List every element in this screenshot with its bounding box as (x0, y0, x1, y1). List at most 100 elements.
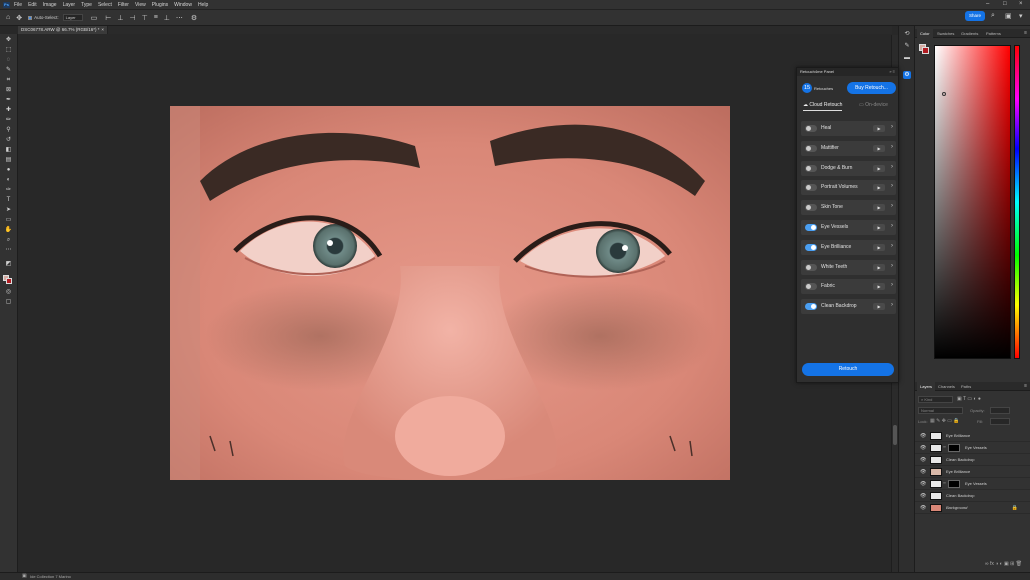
gradient-tool-icon[interactable]: ▤ (4, 156, 13, 164)
scrollbar-thumb[interactable] (893, 425, 897, 445)
feature-toggle[interactable] (805, 145, 817, 152)
blur-tool-icon[interactable]: ● (4, 166, 13, 174)
marquee-tool-icon[interactable]: ⬚ (4, 46, 13, 54)
menu-image[interactable]: Image (43, 2, 57, 8)
history-brush-tool-icon[interactable]: ↺ (4, 136, 13, 144)
chevron-right-icon[interactable]: › (891, 203, 893, 209)
opacity-field[interactable] (990, 407, 1010, 414)
layer-row[interactable]: 👁 Clean Backdrop (915, 490, 1030, 502)
menu-help[interactable]: Help (198, 2, 208, 8)
tab-gradients[interactable]: Gradients (958, 29, 981, 38)
feature-toggle[interactable] (805, 224, 817, 231)
panel-menu-icon[interactable]: ≡ (1024, 383, 1027, 389)
visibility-eye-icon[interactable]: 👁 (920, 481, 926, 487)
feature-row-eye-brilliance[interactable]: Eye Brilliance ▶ › (801, 240, 896, 255)
layer-row[interactable]: 👁 Clean Backdrop (915, 454, 1030, 466)
hand-tool-icon[interactable]: ✋ (4, 226, 13, 234)
panel-menu-icon[interactable]: ≡ (1024, 30, 1027, 36)
tab-on-device[interactable]: ▭ On-device (859, 101, 888, 111)
tab-cloud-retouch[interactable]: ☁ Cloud Retouch (803, 101, 843, 111)
lock-icons[interactable]: ▦ ✎ ✥ ▭ 🔒 (930, 418, 960, 424)
eyedropper-tool-icon[interactable]: ✒ (4, 96, 13, 104)
healing-brush-tool-icon[interactable]: ✚ (4, 106, 13, 114)
quick-mask-icon[interactable]: ◎ (4, 288, 13, 296)
search-icon[interactable]: ⌕ (991, 12, 995, 20)
move-tool-icon[interactable]: ✥ (16, 14, 22, 22)
chevron-right-icon[interactable]: › (891, 183, 893, 189)
align-left-icon[interactable]: ⊢ (105, 14, 111, 22)
feature-toggle[interactable] (805, 204, 817, 211)
align-center-icon[interactable]: ⊥ (117, 14, 123, 22)
align-top-icon[interactable]: ⊤ (142, 14, 148, 22)
feature-row-dodge-burn[interactable]: Dodge & Burn ▶ › (801, 161, 896, 176)
mask-link-icon[interactable]: ∞ (943, 444, 946, 449)
visibility-eye-icon[interactable]: 👁 (920, 505, 926, 511)
feature-toggle[interactable] (805, 283, 817, 290)
mask-link-icon[interactable]: ∞ (943, 480, 946, 485)
layer-mask-thumbnail[interactable] (948, 480, 960, 488)
chevron-right-icon[interactable]: › (891, 144, 893, 150)
feature-row-white-teeth[interactable]: White Teeth ▶ › (801, 260, 896, 275)
retouch-panel-header[interactable]: Retouch4me Panel » ≡ (797, 68, 898, 76)
minimize-icon[interactable]: – (986, 1, 989, 7)
document-image[interactable] (170, 106, 730, 480)
feature-row-mattifier[interactable]: Mattifier ▶ › (801, 141, 896, 156)
feature-row-eye-vessels[interactable]: Eye Vessels ▶ › (801, 220, 896, 235)
visibility-eye-icon[interactable]: 👁 (920, 457, 926, 463)
menu-window[interactable]: Window (174, 2, 192, 8)
layer-row[interactable]: 👁 ∞ Eye Vessels (915, 478, 1030, 490)
feature-row-skin-tone[interactable]: Skin Tone ▶ › (801, 200, 896, 215)
visibility-eye-icon[interactable]: 👁 (920, 493, 926, 499)
align-middle-icon[interactable]: ≡ (154, 14, 158, 21)
move-tool-icon[interactable]: ✥ (4, 36, 13, 44)
share-button[interactable]: Share (965, 11, 985, 21)
filter-icons[interactable]: ▣ T ▭ ◐ ● (957, 396, 981, 402)
maximize-icon[interactable]: □ (1003, 1, 1007, 7)
brush-settings-icon[interactable]: ✎ (903, 42, 911, 50)
type-tool-icon[interactable]: T (4, 196, 13, 204)
play-icon[interactable]: ▶ (873, 184, 885, 191)
close-window-icon[interactable]: × (1019, 1, 1023, 7)
chevron-right-icon[interactable]: › (891, 124, 893, 130)
visibility-eye-icon[interactable]: 👁 (920, 445, 926, 451)
hue-slider[interactable] (1014, 45, 1020, 359)
play-icon[interactable]: ▶ (873, 204, 885, 211)
color-picker-marker[interactable] (942, 92, 946, 96)
layer-row[interactable]: 👁 Eye Brilliance (915, 466, 1030, 478)
feature-toggle[interactable] (805, 184, 817, 191)
menu-filter[interactable]: Filter (118, 2, 129, 8)
play-icon[interactable]: ▶ (873, 303, 885, 310)
feature-toggle[interactable] (805, 165, 817, 172)
auto-select-checkbox[interactable] (28, 15, 33, 20)
play-icon[interactable]: ▶ (873, 224, 885, 231)
layer-actions-icons[interactable]: ∞ fx ◑ ◐ ▣ ⊞ 🗑 (985, 561, 1022, 567)
transform-controls-icon[interactable]: ▭ (91, 14, 98, 22)
tab-swatches[interactable]: Swatches (934, 29, 957, 38)
path-select-tool-icon[interactable]: ➤ (4, 206, 13, 214)
tab-layers[interactable]: Layers (917, 382, 936, 391)
menu-file[interactable]: File (14, 2, 22, 8)
quick-select-tool-icon[interactable]: ✎ (4, 66, 13, 74)
tab-paths[interactable]: Paths (958, 382, 974, 391)
shape-tool-icon[interactable]: ▭ (4, 216, 13, 224)
menu-view[interactable]: View (135, 2, 146, 8)
eraser-tool-icon[interactable]: ◧ (4, 146, 13, 154)
play-icon[interactable]: ▶ (873, 283, 885, 290)
chevron-right-icon[interactable]: › (891, 243, 893, 249)
align-right-icon[interactable]: ⊣ (129, 14, 135, 22)
menu-plugins[interactable]: Plugins (152, 2, 168, 8)
brush-tool-icon[interactable]: ✏ (4, 116, 13, 124)
edit-toolbar-icon[interactable]: ⋯ (4, 246, 13, 254)
layer-kind-filter[interactable]: ⌕ Kind (918, 396, 953, 403)
layer-mask-thumbnail[interactable] (948, 444, 960, 452)
dodge-tool-icon[interactable]: ◐ (4, 176, 13, 184)
close-tab-icon[interactable]: × (101, 26, 104, 34)
chevron-right-icon[interactable]: › (891, 263, 893, 269)
document-tab[interactable]: DSC06778.ARW @ 66.7% (RGB/16*) * × (18, 26, 108, 34)
visibility-eye-icon[interactable]: 👁 (920, 469, 926, 475)
chevron-right-icon[interactable]: › (891, 164, 893, 170)
background-color-swatch[interactable] (6, 278, 12, 284)
layer-row[interactable]: 👁 Background 🔒 (915, 502, 1030, 514)
panel-collapse-icon[interactable]: » ≡ (889, 68, 895, 76)
feature-row-fabric[interactable]: Fabric ▶ › (801, 279, 896, 294)
